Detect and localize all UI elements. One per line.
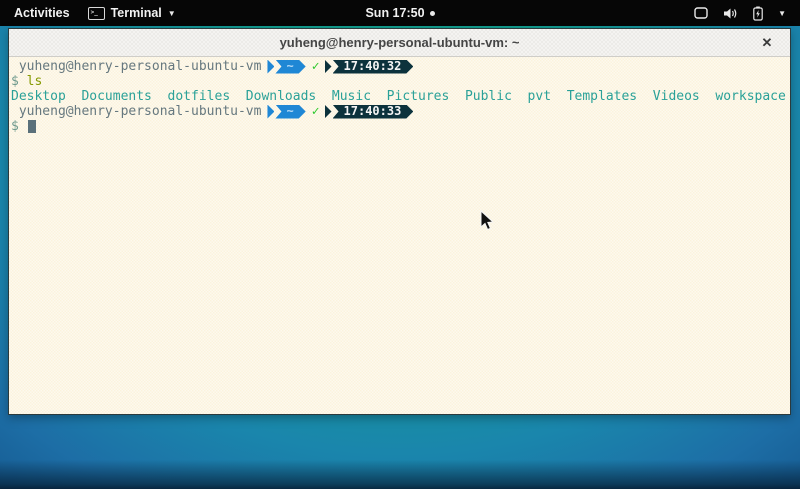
chevron-down-icon: ▼ — [168, 9, 176, 18]
app-menu-label: Terminal — [111, 6, 162, 20]
powerline-arrow-icon — [267, 60, 274, 74]
command-text: ls — [27, 74, 43, 89]
terminal-app-icon: >_ — [88, 7, 105, 20]
current-prompt-line: $ — [11, 119, 790, 134]
system-tray[interactable]: ▼ — [694, 6, 800, 21]
notification-dot — [430, 11, 435, 16]
volume-icon — [723, 7, 738, 20]
prompt-line: yuheng@henry-personal-ubuntu-vm ~ ✓ 17:4… — [11, 59, 790, 74]
terminal-window: yuheng@henry-personal-ubuntu-vm: ~ ✕ yuh… — [8, 28, 791, 415]
powerline-arrow-icon — [267, 105, 274, 119]
screen-icon — [694, 7, 708, 19]
activities-button[interactable]: Activities — [12, 6, 72, 20]
window-titlebar[interactable]: yuheng@henry-personal-ubuntu-vm: ~ ✕ — [9, 29, 790, 57]
check-icon: ✓ — [312, 59, 320, 74]
prompt-line: yuheng@henry-personal-ubuntu-vm ~ ✓ 17:4… — [11, 104, 790, 119]
path-banner: ~ — [275, 60, 305, 74]
close-button[interactable]: ✕ — [756, 29, 778, 56]
top-bar: Activities >_ Terminal ▼ Sun 17:50 — [0, 0, 800, 26]
desktop-background: Activities >_ Terminal ▼ Sun 17:50 — [0, 0, 800, 489]
directory-listing: Desktop Documents dotfiles Downloads Mus… — [11, 89, 786, 104]
system-menu-chevron-icon: ▼ — [778, 9, 786, 18]
prompt-symbol: $ — [11, 119, 27, 134]
clock[interactable]: Sun 17:50 — [365, 6, 424, 20]
ls-output-line: Desktop Documents dotfiles Downloads Mus… — [11, 89, 790, 104]
prompt-symbol: $ — [11, 74, 27, 89]
prompt-user: yuheng@henry-personal-ubuntu-vm — [11, 59, 261, 74]
time-banner: 17:40:33 — [333, 105, 414, 119]
powerline-arrow-icon — [325, 105, 332, 119]
check-icon: ✓ — [312, 104, 320, 119]
prompt-user: yuheng@henry-personal-ubuntu-vm — [11, 104, 261, 119]
window-title: yuheng@henry-personal-ubuntu-vm: ~ — [280, 35, 520, 50]
terminal-content[interactable]: yuheng@henry-personal-ubuntu-vm ~ ✓ 17:4… — [9, 57, 790, 414]
battery-charging-icon — [753, 6, 763, 21]
path-banner: ~ — [275, 105, 305, 119]
powerline-arrow-icon — [325, 60, 332, 74]
app-menu-terminal[interactable]: >_ Terminal ▼ — [88, 6, 176, 20]
time-banner: 17:40:32 — [333, 60, 414, 74]
terminal-cursor — [28, 120, 36, 133]
command-line: $ ls — [11, 74, 790, 89]
